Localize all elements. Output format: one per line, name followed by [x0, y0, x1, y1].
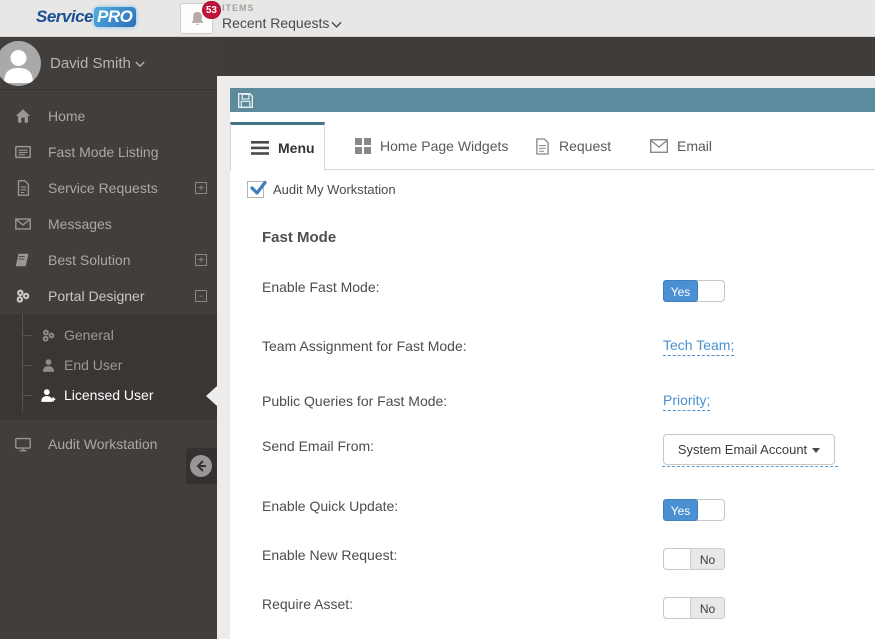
- audit-my-workstation-row: Audit My Workstation: [247, 180, 396, 198]
- chevron-down-icon: [135, 61, 145, 68]
- tab-label: Menu: [278, 140, 315, 156]
- sidebar-item-service-requests[interactable]: Service Requests +: [0, 170, 217, 206]
- selected-option: System Email Account: [677, 442, 808, 457]
- sidebar-item-audit-workstation[interactable]: Audit Workstation: [0, 426, 217, 462]
- tab-request[interactable]: Request: [535, 122, 611, 170]
- audit-my-workstation-label: Audit My Workstation: [273, 182, 396, 197]
- envelope-icon: [15, 218, 31, 230]
- document-icon: [17, 180, 30, 196]
- servicepro-logo[interactable]: Service PRO: [36, 7, 137, 27]
- enable-quick-update-toggle[interactable]: Yes: [663, 499, 725, 521]
- sidebar-item-label: Portal Designer: [48, 288, 145, 304]
- tab-label: Request: [559, 138, 612, 154]
- document-icon: [536, 137, 549, 155]
- home-icon: [15, 109, 31, 123]
- enable-new-request-label: Enable New Request:: [262, 547, 398, 563]
- sidebar-item-label: Messages: [48, 216, 112, 232]
- expand-icon[interactable]: +: [195, 254, 207, 266]
- require-asset-label: Require Asset:: [262, 596, 354, 612]
- person-icon: [42, 359, 55, 372]
- arrow-left-icon: [196, 460, 206, 472]
- sidebar-item-messages[interactable]: Messages: [0, 206, 217, 242]
- active-item-pointer: [206, 386, 217, 406]
- sidebar-subitem-label: General: [64, 327, 114, 343]
- book-icon: [15, 253, 29, 267]
- items-label: ITEMS: [222, 3, 255, 13]
- top-bar: Service PRO 53 ITEMS Recent Requests: [0, 0, 875, 37]
- sidebar-subitem-licensed-user[interactable]: Licensed User: [0, 380, 217, 410]
- toggle-yes-segment: Yes: [663, 499, 698, 521]
- require-asset-toggle[interactable]: No: [663, 597, 725, 619]
- enable-fast-mode-label: Enable Fast Mode:: [262, 279, 380, 295]
- user-name: David Smith: [50, 55, 131, 72]
- tab-label: Home Page Widgets: [380, 138, 509, 154]
- sidebar-item-label: Audit Workstation: [48, 436, 158, 452]
- sidebar: David Smith Home Fast Mode Listing Servi…: [0, 37, 217, 639]
- grid-icon: [355, 138, 371, 154]
- notifications-button[interactable]: 53: [180, 1, 221, 34]
- sidebar-subitem-label: Licensed User: [64, 387, 154, 403]
- sidebar-subitem-general[interactable]: General: [0, 320, 217, 350]
- enable-fast-mode-toggle[interactable]: Yes: [663, 280, 725, 302]
- portal-designer-submenu: General End User Licensed User: [0, 314, 217, 420]
- user-menu[interactable]: David Smith: [0, 37, 217, 90]
- gears-icon: [16, 289, 30, 303]
- team-assignment-label: Team Assignment for Fast Mode:: [262, 338, 467, 354]
- sidebar-item-label: Best Solution: [48, 252, 131, 268]
- notification-count-badge: 53: [201, 1, 221, 19]
- logo-text-pro: PRO: [94, 7, 137, 27]
- sidebar-item-label: Service Requests: [48, 180, 158, 196]
- sidebar-item-best-solution[interactable]: Best Solution +: [0, 242, 217, 278]
- toggle-yes-segment: Yes: [663, 280, 698, 302]
- sidebar-item-portal-designer[interactable]: Portal Designer -: [0, 278, 217, 314]
- send-email-from-select[interactable]: System Email Account: [662, 434, 838, 467]
- public-queries-label: Public Queries for Fast Mode:: [262, 393, 448, 409]
- toggle-no-segment: No: [690, 597, 725, 619]
- tech-team-link[interactable]: Tech Team;: [663, 337, 735, 356]
- priority-link[interactable]: Priority;: [663, 392, 711, 411]
- monitor-icon: [15, 437, 31, 452]
- logo-text-service: Service: [36, 7, 94, 26]
- enable-new-request-toggle[interactable]: No: [663, 548, 725, 570]
- sidebar-item-fast-mode-listing[interactable]: Fast Mode Listing: [0, 134, 217, 170]
- section-title-fast-mode: Fast Mode: [262, 229, 337, 246]
- audit-my-workstation-checkbox[interactable]: [247, 180, 267, 198]
- sidebar-collapse-button[interactable]: [186, 448, 217, 484]
- envelope-icon: [650, 139, 668, 153]
- enable-quick-update-label: Enable Quick Update:: [262, 498, 399, 514]
- sidebar-item-home[interactable]: Home: [0, 98, 217, 134]
- gears-icon: [42, 329, 55, 342]
- tab-menu[interactable]: Menu: [230, 122, 325, 171]
- tab-bar: Menu Home Page Widgets Request Email: [230, 122, 875, 171]
- recent-requests-dropdown[interactable]: ITEMS Recent Requests: [222, 3, 343, 31]
- chevron-down-icon: [331, 21, 343, 28]
- checkmark-icon: [250, 180, 267, 195]
- hamburger-menu-icon: [251, 141, 269, 155]
- sidebar-item-label: Home: [48, 108, 86, 124]
- recent-requests-label: Recent Requests: [222, 15, 330, 31]
- sidebar-item-label: Fast Mode Listing: [48, 144, 159, 160]
- sidebar-subitem-label: End User: [64, 357, 123, 373]
- save-toolbar: [230, 88, 875, 112]
- toggle-no-segment: No: [690, 548, 725, 570]
- list-icon: [15, 145, 31, 159]
- tab-label: Email: [677, 138, 713, 154]
- expand-icon[interactable]: +: [195, 182, 207, 194]
- caret-down-icon: [812, 448, 821, 453]
- user-silhouette-icon: [4, 50, 33, 83]
- sidebar-subitem-end-user[interactable]: End User: [0, 350, 217, 380]
- tab-home-page-widgets[interactable]: Home Page Widgets: [355, 122, 508, 170]
- save-icon[interactable]: [237, 92, 254, 109]
- tab-email[interactable]: Email: [650, 122, 712, 170]
- avatar: [0, 41, 41, 86]
- send-email-from-label: Send Email From:: [262, 438, 375, 454]
- person-plus-icon: [41, 389, 56, 402]
- collapse-icon[interactable]: -: [195, 290, 207, 302]
- settings-panel: Menu Home Page Widgets Request Email Aud…: [230, 112, 875, 639]
- content-header-strip: [217, 37, 875, 76]
